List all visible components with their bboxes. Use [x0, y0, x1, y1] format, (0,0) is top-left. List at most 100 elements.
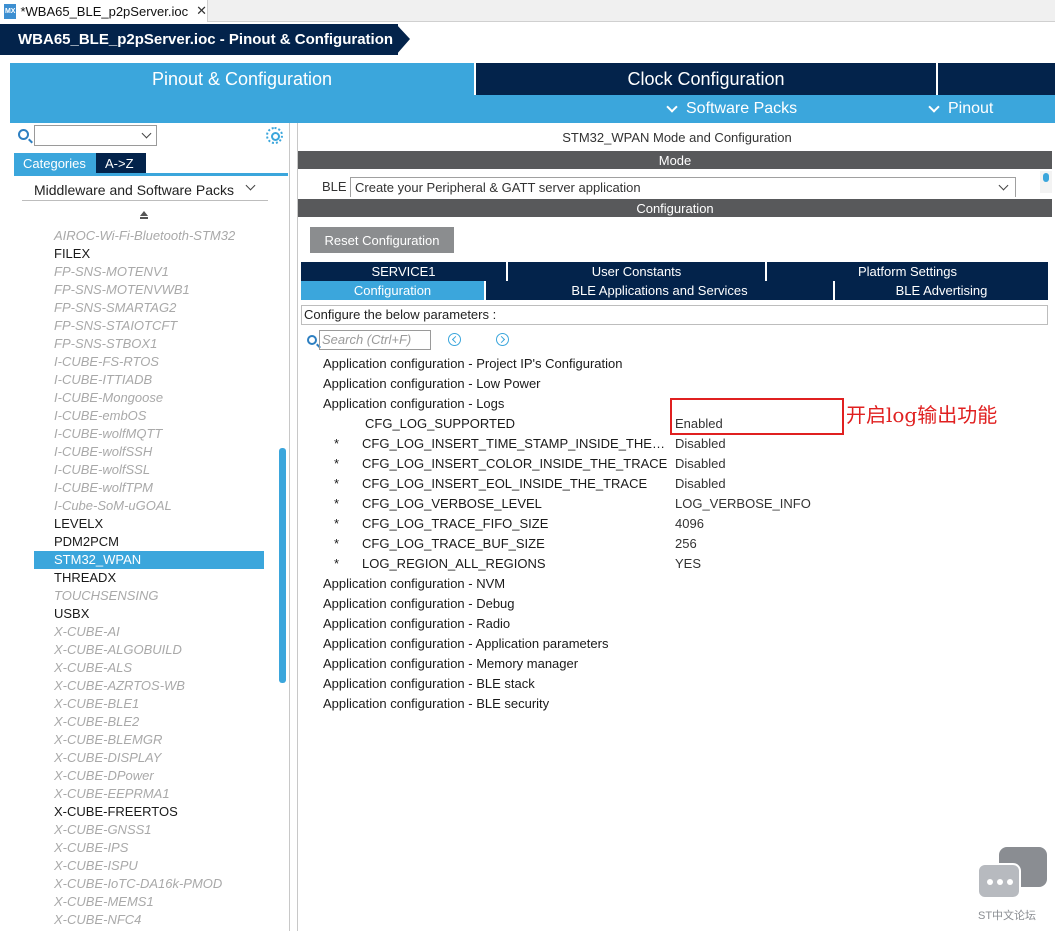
- parameter-name[interactable]: Application configuration - Memory manag…: [323, 654, 578, 674]
- list-item[interactable]: X-CUBE-BLE2: [34, 713, 264, 731]
- software-packs-menu[interactable]: Software Packs: [666, 95, 797, 123]
- list-item[interactable]: X-CUBE-EEPRMA1: [34, 785, 264, 803]
- list-item[interactable]: USBX: [34, 605, 264, 623]
- parameter-name[interactable]: Application configuration - NVM: [323, 574, 505, 594]
- list-item[interactable]: FP-SNS-STAIOTCFT: [34, 317, 264, 335]
- list-item[interactable]: X-CUBE-ALS: [34, 659, 264, 677]
- list-item[interactable]: X-CUBE-BLEMGR: [34, 731, 264, 749]
- list-item[interactable]: X-CUBE-IoTC-DA16k-PMOD: [34, 875, 264, 893]
- list-item[interactable]: X-CUBE-ISPU: [34, 857, 264, 875]
- list-item[interactable]: I-CUBE-wolfTPM: [34, 479, 264, 497]
- reset-configuration-button[interactable]: Reset Configuration: [310, 227, 454, 253]
- parameter-row[interactable]: Application configuration - Radio: [298, 614, 1052, 634]
- list-item[interactable]: FP-SNS-SMARTAG2: [34, 299, 264, 317]
- list-item[interactable]: FP-SNS-MOTENV1: [34, 263, 264, 281]
- parameter-name[interactable]: CFG_LOG_INSERT_COLOR_INSIDE_THE_TRACE: [362, 454, 672, 474]
- parameter-value[interactable]: Disabled: [675, 434, 726, 454]
- list-item[interactable]: FP-SNS-STBOX1: [34, 335, 264, 353]
- parameter-name[interactable]: Application configuration - BLE stack: [323, 674, 535, 694]
- list-item[interactable]: LEVELX: [34, 515, 264, 533]
- list-item[interactable]: X-CUBE-AI: [34, 623, 264, 641]
- parameter-row[interactable]: * CFG_LOG_INSERT_TIME_STAMP_INSIDE_THE_TR…: [298, 434, 1052, 454]
- parameter-name[interactable]: Application configuration - Debug: [323, 594, 515, 614]
- scroll-up-icon[interactable]: [140, 211, 148, 219]
- list-item[interactable]: X-CUBE-DPower: [34, 767, 264, 785]
- parameter-row[interactable]: Application configuration - Debug: [298, 594, 1052, 614]
- parameter-value[interactable]: LOG_VERBOSE_INFO: [675, 494, 811, 514]
- list-item[interactable]: X-CUBE-FREERTOS: [34, 803, 264, 821]
- parameter-name[interactable]: CFG_LOG_VERBOSE_LEVEL: [362, 494, 672, 514]
- parameter-name[interactable]: CFG_LOG_INSERT_TIME_STAMP_INSIDE_THE_TRA…: [362, 434, 672, 454]
- list-item[interactable]: I-CUBE-ITTIADB: [34, 371, 264, 389]
- list-item[interactable]: I-Cube-SoM-uGOAL: [34, 497, 264, 515]
- parameter-value[interactable]: 256: [675, 534, 697, 554]
- list-item[interactable]: I-CUBE-wolfSSH: [34, 443, 264, 461]
- tab-user-constants[interactable]: User Constants: [508, 262, 767, 281]
- parameter-row[interactable]: Application configuration - Application …: [298, 634, 1052, 654]
- list-item[interactable]: TOUCHSENSING: [34, 587, 264, 605]
- tab-ble-advertising[interactable]: BLE Advertising: [835, 281, 1048, 300]
- next-match-icon[interactable]: [496, 333, 509, 346]
- parameter-name[interactable]: CFG_LOG_TRACE_FIFO_SIZE: [362, 514, 672, 534]
- parameter-name[interactable]: CFG_LOG_TRACE_BUF_SIZE: [362, 534, 672, 554]
- list-item[interactable]: X-CUBE-GNSS1: [34, 821, 264, 839]
- tab-a-z[interactable]: A->Z: [96, 153, 146, 173]
- tab-ble-applications-and-services[interactable]: BLE Applications and Services: [486, 281, 835, 300]
- list-item[interactable]: I-CUBE-wolfSSL: [34, 461, 264, 479]
- parameter-name[interactable]: Application configuration - Low Power: [323, 374, 541, 394]
- list-item[interactable]: X-CUBE-BLE1: [34, 695, 264, 713]
- parameter-value[interactable]: YES: [675, 554, 701, 574]
- parameter-row[interactable]: Application configuration - Low Power: [298, 374, 1052, 394]
- gear-icon[interactable]: [266, 127, 283, 144]
- parameter-row[interactable]: * LOG_REGION_ALL_REGIONS YES: [298, 554, 1052, 574]
- parameter-name[interactable]: CFG_LOG_SUPPORTED: [365, 414, 675, 434]
- parameter-value[interactable]: Disabled: [675, 474, 726, 494]
- list-item[interactable]: X-CUBE-MEMS1: [34, 893, 264, 911]
- chevron-down-icon[interactable]: [141, 128, 152, 139]
- tab-configuration[interactable]: Configuration: [301, 281, 486, 300]
- parameter-name[interactable]: Application configuration - Logs: [323, 394, 504, 414]
- list-item[interactable]: X-CUBE-NFC4: [34, 911, 264, 929]
- list-item[interactable]: AIROC-Wi-Fi-Bluetooth-STM32: [34, 227, 264, 245]
- parameter-row[interactable]: Application configuration - Memory manag…: [298, 654, 1052, 674]
- list-item[interactable]: FILEX: [34, 245, 264, 263]
- list-item[interactable]: I-CUBE-Mongoose: [34, 389, 264, 407]
- tab-clock-configuration[interactable]: Clock Configuration: [476, 63, 936, 95]
- parameter-row[interactable]: * CFG_LOG_TRACE_FIFO_SIZE 4096: [298, 514, 1052, 534]
- scrollbar-thumb[interactable]: [279, 448, 286, 683]
- parameter-row[interactable]: * CFG_LOG_VERBOSE_LEVEL LOG_VERBOSE_INFO: [298, 494, 1052, 514]
- parameter-name[interactable]: Application configuration - BLE security: [323, 694, 549, 714]
- parameter-value[interactable]: Disabled: [675, 454, 726, 474]
- parameter-name[interactable]: LOG_REGION_ALL_REGIONS: [362, 554, 672, 574]
- breadcrumb-item[interactable]: WBA65_BLE_p2pServer.ioc - Pinout & Confi…: [0, 24, 398, 55]
- parameter-row[interactable]: Application configuration - BLE stack: [298, 674, 1052, 694]
- list-item[interactable]: I-CUBE-FS-RTOS: [34, 353, 264, 371]
- tab-platform-settings[interactable]: Platform Settings: [767, 262, 1048, 281]
- list-item[interactable]: I-CUBE-wolfMQTT: [34, 425, 264, 443]
- list-item[interactable]: FP-SNS-MOTENVWB1: [34, 281, 264, 299]
- close-icon[interactable]: ✕: [196, 3, 207, 19]
- parameter-row[interactable]: Application configuration - NVM: [298, 574, 1052, 594]
- list-item[interactable]: PDM2PCM: [34, 533, 264, 551]
- pinout-menu[interactable]: Pinout: [928, 95, 993, 123]
- parameter-value[interactable]: 4096: [675, 514, 704, 534]
- parameter-row[interactable]: Application configuration - Project IP's…: [298, 354, 1052, 374]
- mode-scrollbar[interactable]: [1040, 171, 1052, 193]
- tab-pinout-configuration[interactable]: Pinout & Configuration: [10, 63, 474, 95]
- list-item[interactable]: X-CUBE-AZRTOS-WB: [34, 677, 264, 695]
- tab-service1[interactable]: SERVICE1: [301, 262, 508, 281]
- search-input[interactable]: [34, 125, 157, 146]
- parameter-row[interactable]: * CFG_LOG_INSERT_COLOR_INSIDE_THE_TRACE Di…: [298, 454, 1052, 474]
- parameter-row[interactable]: Application configuration - BLE security: [298, 694, 1052, 714]
- parameter-search-input[interactable]: Search (Ctrl+F): [319, 330, 431, 350]
- parameter-name[interactable]: Application configuration - Project IP's…: [323, 354, 622, 374]
- category-select[interactable]: Middleware and Software Packs: [22, 179, 268, 201]
- list-item[interactable]: X-CUBE-IPS: [34, 839, 264, 857]
- list-item[interactable]: I-CUBE-embOS: [34, 407, 264, 425]
- list-item[interactable]: STM32_WPAN: [34, 551, 264, 569]
- parameter-name[interactable]: Application configuration - Application …: [323, 634, 608, 654]
- tab-categories[interactable]: Categories: [14, 153, 96, 173]
- parameter-row[interactable]: * CFG_LOG_TRACE_BUF_SIZE 256: [298, 534, 1052, 554]
- ble-mode-select[interactable]: Create your Peripheral & GATT server app…: [350, 177, 1016, 197]
- previous-match-icon[interactable]: [448, 333, 461, 346]
